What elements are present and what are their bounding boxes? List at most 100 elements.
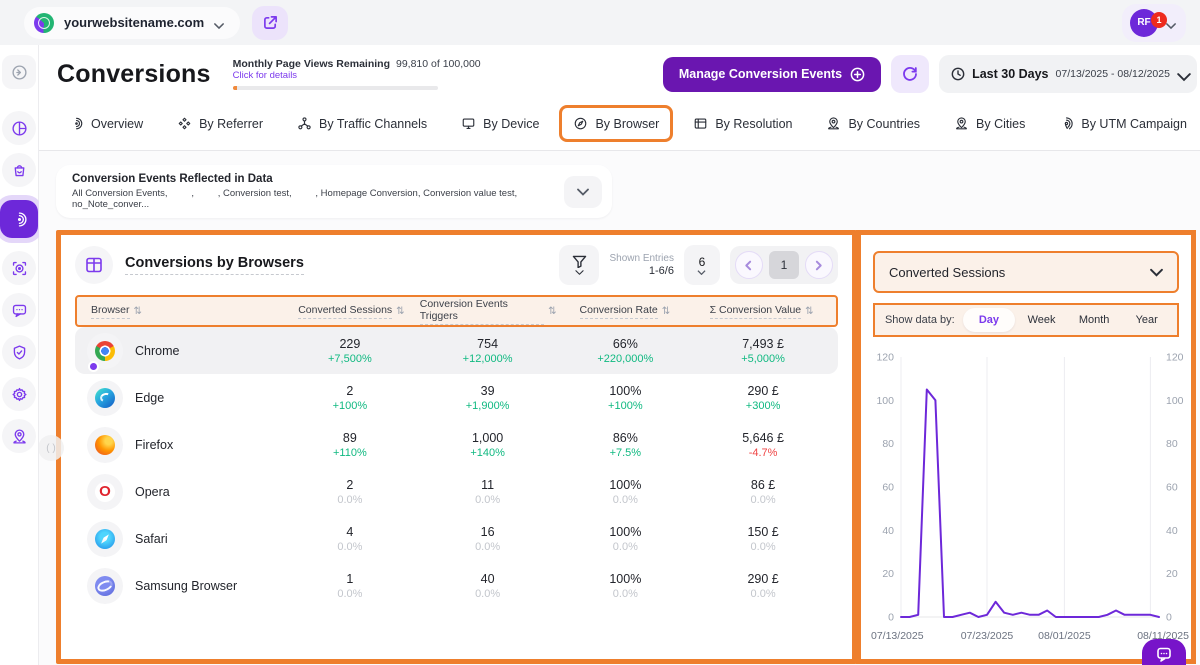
next-page-button[interactable] [805, 251, 833, 279]
events-banner-title: Conversion Events Reflected in Data [72, 173, 564, 185]
table-title: Conversions by Browsers [125, 255, 304, 275]
tab-label: By Countries [848, 117, 920, 131]
panel-resize-handle[interactable]: ( ) [39, 435, 64, 461]
metric-cell: 5,646 £-4.7% [694, 431, 832, 459]
tab-by-resolution[interactable]: By Resolution [679, 105, 806, 142]
table-row-chrome[interactable]: Chrome229+7,500%754+12,000%66%+220,000%7… [75, 327, 838, 374]
chrome-logo-icon [87, 333, 123, 369]
status-dot [88, 361, 99, 372]
tab-by-referrer[interactable]: By Referrer [163, 105, 277, 142]
column-header-1[interactable]: Converted Sessions⇅ [283, 304, 420, 319]
metric-cell: 229+7,500% [281, 337, 419, 365]
user-menu[interactable]: RF 1 [1122, 4, 1186, 42]
metric-select[interactable]: Converted Sessions [873, 251, 1179, 293]
period-day[interactable]: Day [963, 308, 1016, 332]
svg-text:100: 100 [876, 395, 894, 407]
column-header-browser[interactable]: Browser⇅ [83, 304, 283, 319]
chat-icon [1156, 646, 1172, 662]
opera-logo-icon [87, 474, 123, 510]
svg-text:80: 80 [1166, 438, 1178, 450]
browser-name: Chrome [135, 344, 179, 358]
table-row-safari[interactable]: Safari40.0%160.0%100%0.0%150 £0.0% [75, 515, 838, 562]
refresh-button[interactable] [891, 55, 929, 93]
manage-conversion-events-button[interactable]: Manage Conversion Events [663, 57, 881, 92]
period-month[interactable]: Month [1068, 308, 1121, 332]
column-header-2[interactable]: Conversion Events Triggers⇅ [420, 298, 557, 325]
show-data-by-toggle: Show data by: DayWeekMonthYear [873, 303, 1179, 337]
table-row-opera[interactable]: Opera20.0%110.0%100%0.0%86 £0.0% [75, 468, 838, 515]
events-banner-subtitle: All Conversion Events, , , Conversion te… [72, 188, 564, 210]
metric-cell: 754+12,000% [419, 337, 557, 365]
svg-text:40: 40 [882, 525, 894, 537]
date-range-picker[interactable]: Last 30 Days 07/13/2025 - 08/12/2025 [939, 55, 1197, 93]
chevron-down-icon [214, 18, 224, 28]
tab-by-utm-campaign[interactable]: By UTM Campaign [1045, 105, 1200, 142]
table-row-edge[interactable]: Edge2+100%39+1,900%100%+100%290 £+300% [75, 374, 838, 421]
svg-text:0: 0 [1166, 612, 1172, 624]
chart-panel: ( ) Converted Sessions Show data by: Day… [856, 230, 1196, 664]
metric-cell: 100%0.0% [556, 525, 694, 553]
svg-text:40: 40 [1166, 525, 1178, 537]
tab-by-device[interactable]: By Device [447, 105, 553, 142]
chat-widget-button[interactable] [1142, 639, 1186, 665]
website-name: yourwebsitename.com [64, 15, 204, 30]
date-range-label: Last 30 Days [972, 67, 1048, 81]
edge-logo-icon [87, 380, 123, 416]
website-selector[interactable]: yourwebsitename.com [24, 7, 240, 39]
by-utm-campaign-icon [1059, 116, 1074, 131]
globe-icon [34, 13, 54, 33]
tab-label: By Cities [976, 117, 1025, 131]
page-size-select[interactable]: 6 [684, 245, 720, 285]
tab-by-cities[interactable]: By Cities [940, 105, 1039, 142]
column-header-4[interactable]: Σ Conversion Value⇅ [693, 304, 830, 319]
sidebar-item-locations[interactable] [2, 419, 36, 453]
sidebar-item-analytics[interactable] [2, 111, 36, 145]
metric-cell: 1,000+140% [419, 431, 557, 459]
column-header-3[interactable]: Conversion Rate⇅ [556, 304, 693, 319]
browser-name: Safari [135, 532, 168, 546]
funnel-icon [572, 255, 587, 268]
events-banner-expand-button[interactable] [564, 176, 602, 208]
browser-name: Edge [135, 391, 164, 405]
metric-cell: 160.0% [419, 525, 557, 553]
period-week[interactable]: Week [1015, 308, 1068, 332]
svg-text:120: 120 [1166, 352, 1184, 364]
sidebar-item-settings[interactable] [2, 377, 36, 411]
by-traffic-channels-icon [297, 116, 312, 131]
sidebar-item-conversions[interactable] [0, 200, 38, 238]
table-row-samsung[interactable]: Samsung Browser10.0%400.0%100%0.0%290 £0… [75, 562, 838, 609]
sidebar-item-collapse-sidebar[interactable] [2, 55, 36, 89]
tab-by-countries[interactable]: By Countries [812, 105, 934, 142]
tab-by-traffic-channels[interactable]: By Traffic Channels [283, 105, 441, 142]
tab-label: By Referrer [199, 117, 263, 131]
arrow-right-icon [813, 260, 824, 271]
firefox-logo-icon [87, 427, 123, 463]
page-title: Conversions [57, 60, 211, 89]
tab-by-browser[interactable]: By Browser [559, 105, 673, 142]
metric-cell: 39+1,900% [419, 384, 557, 412]
filter-button[interactable] [559, 245, 599, 285]
sort-icon: ⇅ [805, 306, 813, 317]
previous-page-button[interactable] [735, 251, 763, 279]
metric-cell: 290 £+300% [694, 384, 832, 412]
page-header: Conversions Monthly Page Views Remaining… [39, 45, 1200, 99]
by-referrer-icon [177, 116, 192, 131]
sidebar-item-feedback[interactable] [2, 293, 36, 327]
sidebar-item-orders[interactable] [2, 153, 36, 187]
period-year[interactable]: Year [1120, 308, 1173, 332]
mpv-value: 99,810 of 100,000 [396, 58, 481, 70]
metric-cell: 10.0% [281, 572, 419, 600]
chevron-down-icon [1166, 18, 1176, 28]
metric-cell: 7,493 £+5,000% [694, 337, 832, 365]
current-page[interactable]: 1 [769, 251, 799, 279]
open-website-button[interactable] [252, 6, 288, 40]
sidebar-item-security[interactable] [2, 335, 36, 369]
svg-text:08/01/2025: 08/01/2025 [1038, 630, 1091, 642]
metric-cell: 2+100% [281, 384, 419, 412]
svg-text:60: 60 [1166, 482, 1178, 494]
mpv-details-link[interactable]: Click for details [233, 70, 481, 81]
sidebar-item-goals[interactable] [2, 251, 36, 285]
refresh-icon [902, 66, 918, 82]
tab-overview[interactable]: Overview [55, 105, 157, 142]
table-row-firefox[interactable]: Firefox89+110%1,000+140%86%+7.5%5,646 £-… [75, 421, 838, 468]
